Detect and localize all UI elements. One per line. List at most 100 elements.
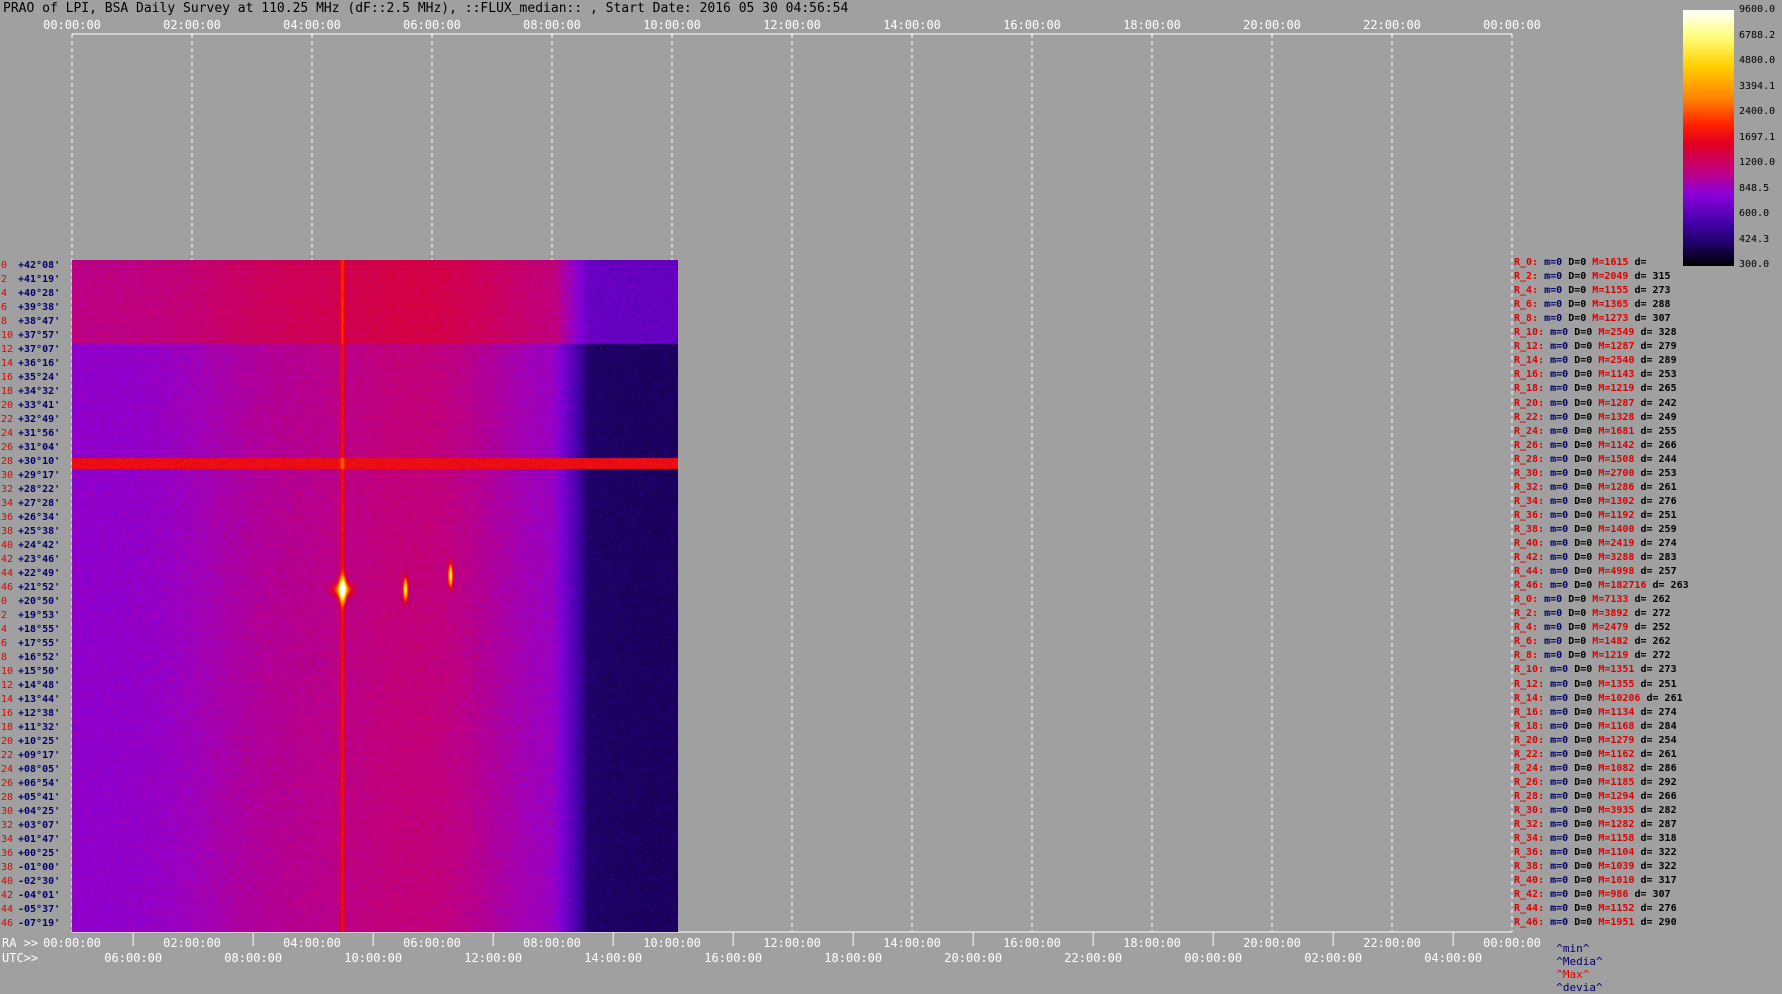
stats-row: R_42: m=0 D=0 M=986 d= 307	[1514, 889, 1671, 901]
stats-row: R_44: m=0 D=0 M=1152 d= 276	[1514, 903, 1677, 915]
declination-label: +30°10'	[18, 456, 61, 467]
stat-dev: d= 272	[1634, 650, 1671, 662]
stats-row: R_2: m=0 D=0 M=2049 d= 315	[1514, 271, 1671, 283]
stats-row: R_6: m=0 D=0 M=1482 d= 262	[1514, 636, 1671, 648]
stats-row: R_38: m=0 D=0 M=1400 d= 259	[1514, 524, 1677, 536]
declination-label: +28°22'	[18, 484, 61, 495]
stat-min: m=0	[1550, 467, 1575, 479]
stat-d: D=0	[1574, 748, 1599, 760]
row-index-label: 36	[1, 512, 14, 523]
stat-d: D=0	[1574, 355, 1599, 367]
utc-tick-label: 20:00:00	[944, 951, 1003, 965]
row-index-label: 30	[1, 806, 14, 817]
stat-d: D=0	[1574, 819, 1599, 830]
stat-max: M=1158	[1598, 833, 1641, 845]
declination-label: +41°19'	[18, 274, 61, 285]
stat-min: m=0	[1550, 425, 1575, 437]
ra-tick-label: 00:00:00	[1483, 936, 1541, 950]
stat-row-label: R_16:	[1514, 369, 1551, 381]
utc-tick-label: 16:00:00	[704, 951, 763, 965]
stat-d: D=0	[1574, 327, 1599, 339]
stat-min: m=0	[1550, 748, 1575, 760]
colorbar	[1683, 10, 1734, 266]
stat-dev: d= 251	[1640, 678, 1677, 690]
colorbar-tick-label: 2400.0	[1739, 106, 1776, 117]
ra-tick-label: 18:00:00	[1123, 936, 1181, 950]
stat-max: M=1355	[1598, 678, 1641, 690]
declination-label: +11°32'	[18, 722, 61, 733]
stat-dev: d= 253	[1640, 467, 1677, 479]
stat-d: D=0	[1574, 495, 1599, 507]
stat-max: M=1168	[1598, 720, 1641, 732]
stat-max: M=1287	[1598, 341, 1641, 353]
utc-tick-label: 14:00:00	[584, 951, 643, 965]
stat-min: m=0	[1550, 369, 1575, 381]
stat-d: D=0	[1574, 804, 1599, 816]
stat-row-label: R_34:	[1514, 833, 1551, 845]
stat-max: M=2540	[1598, 355, 1641, 367]
stats-row: R_30: m=0 D=0 M=3935 d= 282	[1514, 805, 1677, 817]
stat-min: m=0	[1544, 257, 1569, 268]
declination-label: +22°49'	[18, 568, 61, 579]
stat-d: D=0	[1574, 762, 1599, 774]
stat-max: M=1286	[1598, 481, 1641, 493]
stat-row-label: R_24:	[1514, 425, 1551, 437]
stat-max: M=1482	[1592, 636, 1635, 648]
colorbar-tick-label: 1200.0	[1739, 157, 1776, 168]
colorbar-tick-label: 848.5	[1739, 182, 1770, 194]
utc-tick-label: 04:00:00	[1424, 951, 1483, 965]
stat-max: M=986	[1598, 889, 1635, 901]
stat-row-label: R_8:	[1514, 650, 1545, 662]
stat-d: D=0	[1574, 383, 1599, 395]
stat-row-label: R_16:	[1514, 706, 1551, 718]
stat-d: D=0	[1574, 692, 1599, 704]
stat-max: M=1351	[1598, 664, 1641, 676]
declination-label: +36°16'	[18, 358, 61, 369]
stat-d: D=0	[1574, 439, 1599, 451]
stat-d: D=0	[1574, 467, 1599, 479]
stat-min: m=0	[1550, 903, 1575, 915]
colorbar-tick-label: 4800.0	[1739, 55, 1776, 66]
stats-row: R_4: m=0 D=0 M=1155 d= 273	[1514, 285, 1671, 297]
stat-dev: d= 254	[1640, 734, 1677, 746]
stat-row-label: R_44:	[1514, 566, 1551, 578]
stats-row: R_40: m=0 D=0 M=2419 d= 274	[1514, 538, 1677, 550]
stats-row: R_14: m=0 D=0 M=10206 d= 261	[1514, 693, 1683, 705]
stat-min: m=0	[1550, 481, 1575, 493]
declination-label: +01°47'	[18, 834, 61, 845]
stat-dev: d= 276	[1640, 495, 1677, 507]
declination-label: +17°55'	[18, 638, 61, 649]
stat-min: m=0	[1550, 804, 1575, 816]
stat-max: M=1681	[1598, 425, 1641, 437]
stats-row: R_0: m=0 D=0 M=1615 d=	[1514, 257, 1647, 269]
stat-d: D=0	[1574, 847, 1599, 859]
stat-d: D=0	[1574, 369, 1599, 381]
stat-max: M=1294	[1598, 790, 1641, 802]
stat-row-label: R_14:	[1514, 692, 1551, 704]
stats-row: R_18: m=0 D=0 M=1168 d= 284	[1514, 721, 1677, 733]
stat-min: m=0	[1544, 650, 1569, 662]
stat-max: M=2049	[1592, 271, 1635, 283]
declination-label: +04°25'	[18, 806, 61, 817]
row-index-label: 0	[1, 596, 8, 607]
stat-d: D=0	[1574, 889, 1599, 901]
stats-row: R_12: m=0 D=0 M=1287 d= 279	[1514, 341, 1677, 353]
stat-min: m=0	[1544, 622, 1569, 634]
stat-d: D=0	[1568, 257, 1593, 268]
stat-min: m=0	[1550, 509, 1575, 521]
utc-tick-label: 06:00:00	[104, 951, 163, 965]
declination-label: -07°19'	[18, 918, 61, 929]
stat-row-label: R_38:	[1514, 861, 1551, 873]
declination-label: +15°50'	[18, 666, 61, 677]
legend-max: ^Max^	[1556, 968, 1590, 981]
stat-dev: d= 273	[1640, 664, 1677, 676]
stat-dev: d= 287	[1640, 819, 1677, 830]
stat-max: M=1273	[1592, 313, 1635, 325]
stat-min: m=0	[1550, 790, 1575, 802]
declination-label: +18°55'	[18, 624, 61, 635]
stat-row-label: R_36:	[1514, 509, 1551, 521]
stat-d: D=0	[1574, 341, 1599, 353]
legend-min: ^min^	[1556, 942, 1590, 955]
stat-row-label: R_32:	[1514, 819, 1551, 830]
stat-dev: d= 317	[1640, 875, 1677, 887]
